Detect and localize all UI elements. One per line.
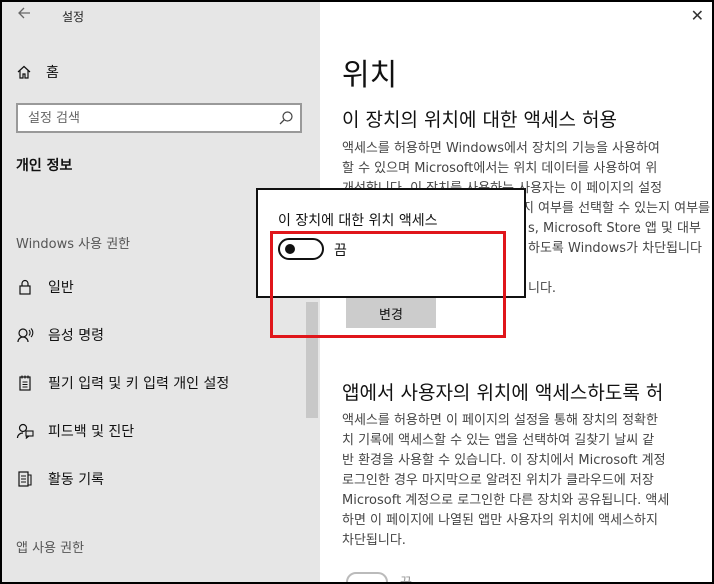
feedback-icon bbox=[16, 423, 34, 439]
description-line: 치 기록에 액세스할 수 있는 앱을 선택하여 길찾기 날씨 같 bbox=[342, 433, 655, 448]
sidebar-item-general[interactable]: 일반 bbox=[16, 275, 74, 299]
search-input[interactable] bbox=[18, 105, 258, 131]
sidebar-item-label: 활동 기록 bbox=[48, 472, 104, 488]
sidebar-item-home[interactable]: 홈 bbox=[16, 60, 59, 84]
sidebar-item-speech[interactable]: 음성 명령 bbox=[16, 323, 104, 347]
lock-icon bbox=[19, 279, 31, 295]
popup-title: 이 장치에 대한 위치 액세스 bbox=[278, 213, 438, 229]
sidebar-item-inking[interactable]: 필기 입력 및 키 입력 개인 설정 bbox=[16, 371, 229, 395]
sidebar-item-label: 필기 입력 및 키 입력 개인 설정 bbox=[48, 376, 230, 392]
home-icon bbox=[17, 65, 31, 79]
search-box[interactable] bbox=[16, 103, 302, 133]
highlight-box bbox=[270, 231, 506, 338]
sidebar-item-label: 음성 명령 bbox=[48, 328, 104, 344]
sidebar-item-label: 피드백 및 진단 bbox=[48, 424, 135, 440]
description-line: 하면 이 페이지에 나열된 앱만 사용자의 위치에 액세스하지 bbox=[342, 513, 658, 528]
breadcrumb: 개인 정보 bbox=[16, 158, 73, 174]
description-line: Microsoft 계정으로 로그인한 다른 장치와 공유됩니다. 액세 bbox=[342, 493, 670, 508]
app-location-toggle-label: 끔 bbox=[400, 572, 412, 582]
section-heading-app-access: 앱에서 사용자의 위치에 액세스하도록 허 bbox=[342, 382, 664, 404]
description-line: 차단됩니다. bbox=[342, 533, 406, 548]
sidebar-item-activity[interactable]: 활동 기록 bbox=[16, 467, 104, 491]
section-heading-device-access: 이 장치의 위치에 대한 액세스 허용 bbox=[342, 109, 617, 131]
description-line: 할 수 있으며 Microsoft에서는 위치 데이터를 사용하여 위 bbox=[342, 161, 658, 176]
description-line: 액세스를 허용하면 Windows에서 장치의 기능을 사용하여 bbox=[342, 141, 660, 156]
section-windows-permissions: Windows 사용 권한 bbox=[16, 237, 131, 252]
app-location-toggle[interactable] bbox=[346, 572, 388, 582]
sidebar-item-feedback[interactable]: 피드백 및 진단 bbox=[16, 419, 134, 443]
notepad-icon bbox=[19, 375, 31, 391]
page-title: 위치 bbox=[342, 58, 398, 93]
description-line: 로그인한 경우 마지막으로 알려진 위치가 클라우드에 저장 bbox=[342, 473, 654, 488]
settings-window: 설정 홈 개인 정보 Windows 사용 권한 일반 음성 명령 필기 입력 … bbox=[2, 2, 712, 582]
section-description-app-access: 액세스를 허용하면 이 페이지의 설정을 통해 장치의 정확한 치 기록에 액세… bbox=[342, 411, 712, 551]
title-bar: 설정 bbox=[2, 2, 320, 30]
back-arrow-icon[interactable] bbox=[14, 6, 34, 26]
description-line: 액세스를 허용하면 이 페이지의 설정을 통해 장치의 정확한 bbox=[342, 413, 658, 428]
window-title: 설정 bbox=[62, 10, 85, 24]
close-icon[interactable]: ✕ bbox=[691, 6, 704, 25]
speech-icon bbox=[17, 328, 34, 343]
sidebar-item-label: 일반 bbox=[48, 280, 74, 296]
description-line: 반 환경을 사용할 수 있습니다. 이 장치에서 Microsoft 계정 bbox=[342, 453, 666, 468]
home-label: 홈 bbox=[46, 65, 59, 81]
history-icon bbox=[18, 471, 32, 487]
search-icon[interactable] bbox=[278, 110, 294, 126]
section-app-permissions: 앱 사용 권한 bbox=[16, 541, 85, 556]
